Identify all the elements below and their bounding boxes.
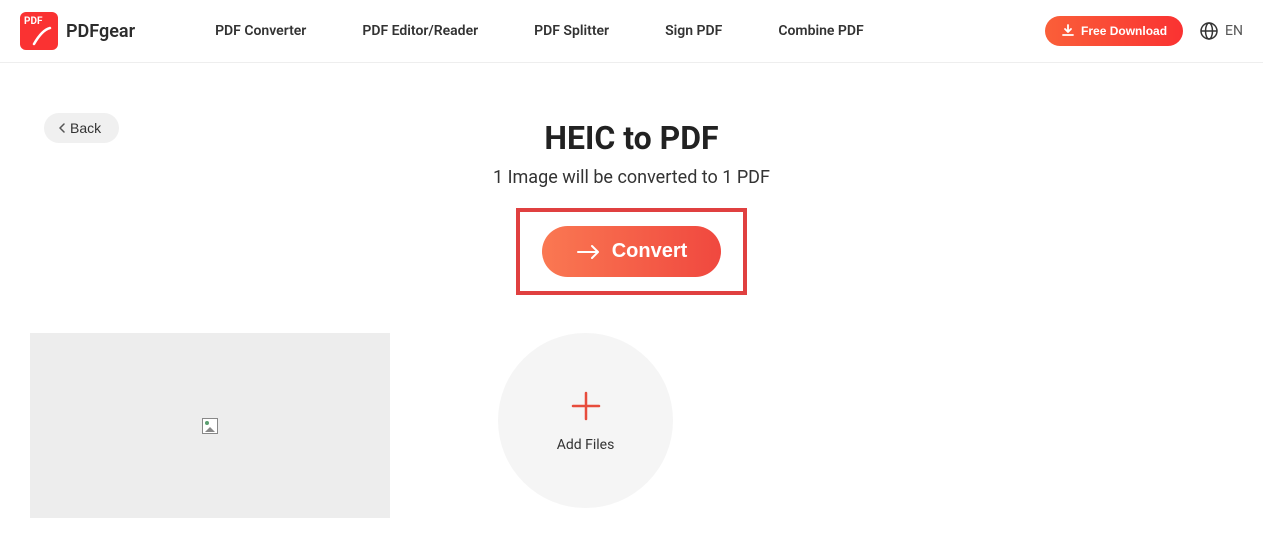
main-content: Back HEIC to PDF 1 Image will be convert…	[0, 63, 1263, 558]
page-title: HEIC to PDF	[30, 119, 1233, 157]
logo[interactable]: PDF PDFgear	[20, 12, 135, 50]
free-download-button[interactable]: Free Download	[1045, 16, 1183, 46]
add-files-button[interactable]: Add Files	[498, 333, 673, 508]
globe-icon	[1199, 21, 1219, 41]
back-button[interactable]: Back	[44, 113, 119, 143]
header: PDF PDFgear PDF Converter PDF Editor/Rea…	[0, 0, 1263, 63]
convert-button[interactable]: Convert	[542, 226, 722, 277]
file-area: Add Files	[30, 333, 1233, 518]
language-label: EN	[1225, 23, 1243, 39]
brand-name: PDFgear	[66, 21, 135, 42]
nav-pdf-splitter[interactable]: PDF Splitter	[534, 23, 609, 39]
nav-sign-pdf[interactable]: Sign PDF	[665, 23, 722, 39]
header-right: Free Download EN	[1045, 16, 1243, 46]
download-label: Free Download	[1081, 24, 1167, 38]
language-selector[interactable]: EN	[1199, 21, 1243, 41]
download-icon	[1061, 24, 1075, 38]
broken-image-icon	[202, 418, 218, 434]
nav-pdf-editor[interactable]: PDF Editor/Reader	[362, 23, 478, 39]
nav-combine-pdf[interactable]: Combine PDF	[778, 23, 863, 39]
arrow-right-icon	[576, 244, 602, 260]
add-files-label: Add Files	[557, 437, 615, 453]
logo-swoosh-icon	[32, 26, 52, 46]
main-nav: PDF Converter PDF Editor/Reader PDF Spli…	[215, 23, 864, 39]
convert-highlight-box: Convert	[516, 208, 748, 295]
plus-icon	[569, 389, 603, 423]
nav-pdf-converter[interactable]: PDF Converter	[215, 23, 306, 39]
logo-icon: PDF	[20, 12, 58, 50]
back-label: Back	[70, 120, 101, 136]
file-thumbnail[interactable]	[30, 333, 390, 518]
chevron-left-icon	[58, 122, 66, 134]
center-block: HEIC to PDF 1 Image will be converted to…	[30, 119, 1233, 295]
page-subtitle: 1 Image will be converted to 1 PDF	[30, 167, 1233, 188]
convert-label: Convert	[612, 240, 688, 263]
